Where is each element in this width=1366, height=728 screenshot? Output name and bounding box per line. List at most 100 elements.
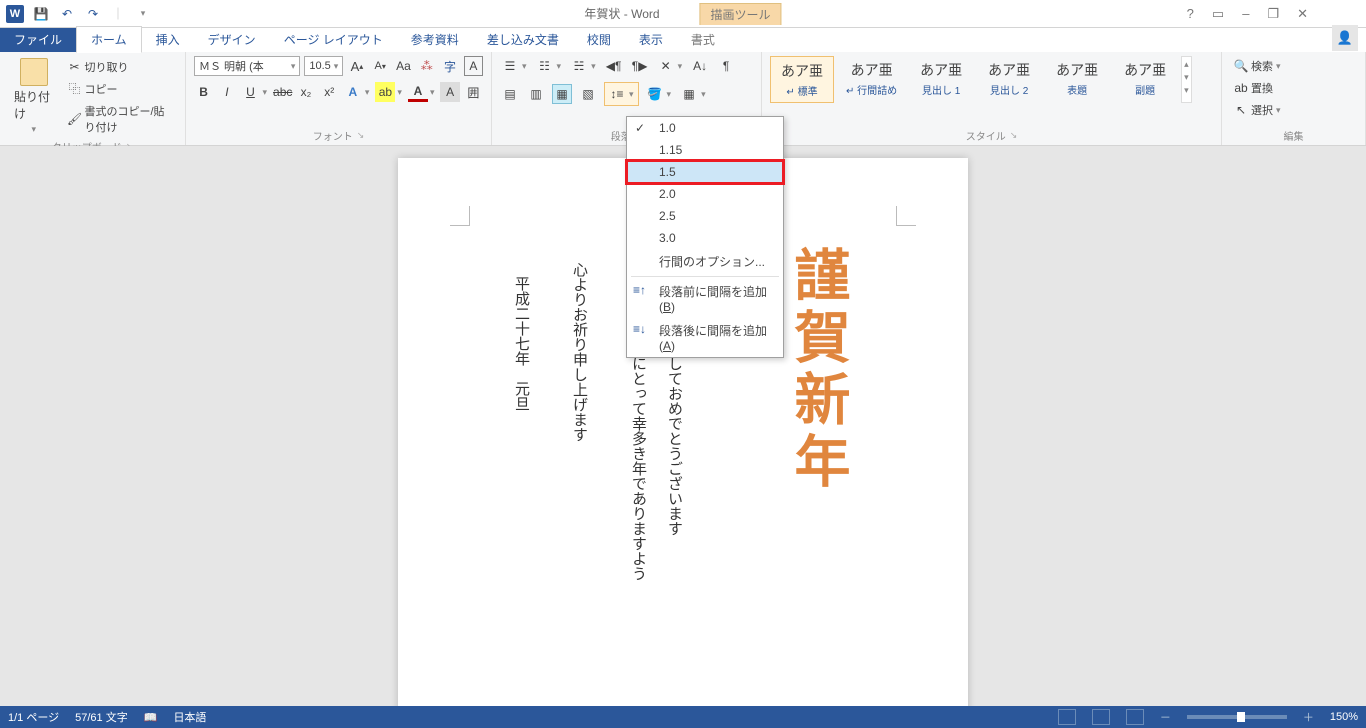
- align-bottom-button[interactable]: ▦: [552, 84, 572, 104]
- style-title[interactable]: あア亜表題: [1045, 56, 1109, 103]
- page-count[interactable]: 1/1 ページ: [8, 709, 59, 725]
- multilevel-icon: ☵: [569, 56, 589, 76]
- dialog-launcher-icon[interactable]: ↘: [1010, 130, 1018, 141]
- highlight-button[interactable]: ab▾: [375, 82, 404, 102]
- line-spacing-1.15[interactable]: 1.15: [627, 139, 783, 161]
- group-label-editing: 編集: [1284, 128, 1304, 143]
- body-line-5[interactable]: 平成二十七年 元旦: [511, 276, 532, 411]
- change-case-button[interactable]: Aa: [394, 56, 413, 76]
- show-marks-button[interactable]: ¶: [716, 56, 736, 76]
- line-spacing-options[interactable]: 行間のオプション...: [627, 249, 783, 274]
- asian-layout-button[interactable]: ✕▾: [656, 56, 685, 76]
- body-line-3[interactable]: 心よりお祈り申し上げます: [569, 262, 590, 442]
- style-subtitle[interactable]: あア亜副題: [1113, 56, 1177, 103]
- redo-icon[interactable]: ↷: [84, 5, 102, 23]
- tab-format[interactable]: 書式: [677, 27, 729, 52]
- increase-indent-button[interactable]: ¶▶: [630, 56, 650, 76]
- zoom-out-button[interactable]: －: [1160, 709, 1171, 725]
- borders-button[interactable]: ▦▾: [679, 84, 708, 104]
- tab-view[interactable]: 表示: [625, 27, 677, 52]
- paste-button[interactable]: 貼り付け ▾: [8, 56, 59, 137]
- chevron-down-icon: ▾: [334, 61, 339, 72]
- italic-button[interactable]: I: [217, 82, 236, 102]
- char-shading-button[interactable]: A: [440, 82, 459, 102]
- tab-layout[interactable]: ページ レイアウト: [270, 27, 397, 52]
- web-layout-button[interactable]: [1126, 709, 1144, 725]
- help-icon[interactable]: ?: [1187, 6, 1194, 21]
- add-space-before[interactable]: ≡↑段落前に間隔を追加(B): [627, 279, 783, 318]
- text-effects-button[interactable]: A▾: [343, 82, 372, 102]
- bullets-button[interactable]: ☰▾: [500, 56, 529, 76]
- line-spacing-2.5[interactable]: 2.5: [627, 205, 783, 227]
- numbering-button[interactable]: ☷▾: [535, 56, 564, 76]
- bullets-icon: ☰: [500, 56, 520, 76]
- tab-file[interactable]: ファイル: [0, 27, 76, 52]
- style-heading2[interactable]: あア亜見出し 2: [977, 56, 1041, 103]
- headline-kinga[interactable]: 謹賀新年: [777, 246, 858, 494]
- select-button[interactable]: ↖選択▾: [1230, 100, 1357, 120]
- line-spacing-1.5[interactable]: 1.5: [627, 161, 783, 183]
- style-heading1[interactable]: あア亜見出し 1: [909, 56, 973, 103]
- user-account-icon[interactable]: 👤: [1332, 25, 1358, 51]
- read-mode-button[interactable]: [1058, 709, 1076, 725]
- sort-button[interactable]: A↓: [690, 56, 710, 76]
- tab-review[interactable]: 校閲: [573, 27, 625, 52]
- spellcheck-icon[interactable]: 📖: [144, 711, 158, 724]
- align-top-button[interactable]: ▤: [500, 84, 520, 104]
- font-name-select[interactable]: ＭＳ 明朝 (本▾: [194, 56, 300, 76]
- cut-button[interactable]: ✂切り取り: [63, 57, 177, 77]
- enclose-char-button[interactable]: 字: [440, 56, 459, 76]
- print-layout-button[interactable]: [1092, 709, 1110, 725]
- tab-home[interactable]: ホーム: [76, 26, 142, 53]
- char-border-button[interactable]: A: [464, 56, 483, 76]
- copy-button[interactable]: ⿻コピー: [63, 79, 177, 99]
- shading-button[interactable]: 🪣▾: [645, 84, 674, 104]
- ruby-button[interactable]: ⁂: [417, 56, 436, 76]
- undo-icon[interactable]: ↶: [58, 5, 76, 23]
- multilevel-button[interactable]: ☵▾: [569, 56, 598, 76]
- line-spacing-3.0[interactable]: 3.0: [627, 227, 783, 249]
- enclose-button[interactable]: 囲: [464, 82, 483, 102]
- superscript-button[interactable]: x²: [320, 82, 339, 102]
- zoom-thumb[interactable]: [1237, 712, 1245, 722]
- minimize-icon[interactable]: –: [1242, 6, 1249, 21]
- zoom-level[interactable]: 150%: [1330, 711, 1358, 723]
- dialog-launcher-icon[interactable]: ↘: [357, 130, 365, 141]
- zoom-slider[interactable]: [1187, 715, 1287, 719]
- line-spacing-1.0[interactable]: ✓1.0: [627, 117, 783, 139]
- font-color-button[interactable]: A▾: [408, 82, 437, 102]
- ribbon-display-icon[interactable]: ▭: [1212, 6, 1224, 22]
- close-icon[interactable]: ✕: [1297, 6, 1308, 22]
- qat-customize-icon[interactable]: ▾: [134, 5, 152, 23]
- format-painter-button[interactable]: 🖌書式のコピー/貼り付け: [63, 101, 177, 137]
- zoom-in-button[interactable]: ＋: [1303, 709, 1314, 725]
- strikethrough-button[interactable]: abc: [273, 82, 292, 102]
- language-label[interactable]: 日本語: [173, 709, 206, 725]
- font-size-select[interactable]: 10.5▾: [304, 56, 343, 76]
- style-no-spacing[interactable]: あア亜↵ 行間詰め: [838, 56, 905, 103]
- decrease-indent-button[interactable]: ◀¶: [604, 56, 624, 76]
- bold-button[interactable]: B: [194, 82, 213, 102]
- underline-button[interactable]: U▾: [241, 82, 270, 102]
- replace-button[interactable]: ab置換: [1230, 78, 1357, 98]
- align-center-button[interactable]: ▥: [526, 84, 546, 104]
- line-spacing-2.0[interactable]: 2.0: [627, 183, 783, 205]
- restore-icon[interactable]: ❐: [1267, 6, 1279, 22]
- tab-mailings[interactable]: 差し込み文書: [473, 27, 573, 52]
- find-button[interactable]: 🔍検索▾: [1230, 56, 1357, 76]
- tab-references[interactable]: 参考資料: [397, 27, 473, 52]
- line-spacing-button[interactable]: ↕≡▾: [604, 82, 639, 106]
- word-count[interactable]: 57/61 文字: [75, 709, 128, 725]
- shrink-font-button[interactable]: A▾: [371, 56, 390, 76]
- tab-insert[interactable]: 挿入: [142, 27, 194, 52]
- styles-more-button[interactable]: ▴▾▾: [1181, 56, 1192, 103]
- chevron-down-icon: ▾: [261, 87, 270, 98]
- add-space-after[interactable]: ≡↓段落後に間隔を追加(A): [627, 318, 783, 357]
- save-icon[interactable]: 💾: [32, 5, 50, 23]
- grow-font-button[interactable]: A▴: [347, 56, 366, 76]
- body-line-2[interactable]: 皆様にとって幸多き年でありますよう: [621, 326, 654, 581]
- subscript-button[interactable]: x₂: [296, 82, 315, 102]
- tab-design[interactable]: デザイン: [194, 27, 270, 52]
- align-justify-button[interactable]: ▧: [578, 84, 598, 104]
- style-normal[interactable]: あア亜↵ 標準: [770, 56, 834, 103]
